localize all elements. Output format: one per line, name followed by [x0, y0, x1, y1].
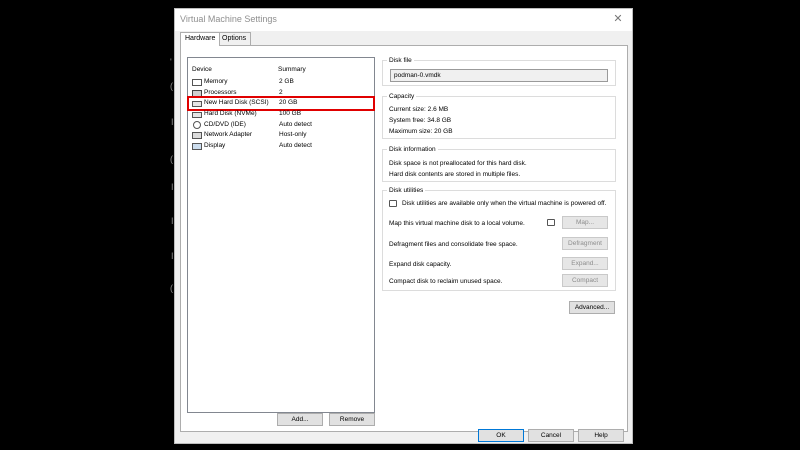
disk-utilities-title: Disk utilities: [387, 187, 426, 194]
processor-icon: [192, 90, 202, 97]
device-row-network-adapter[interactable]: Network Adapter Host-only: [189, 130, 373, 141]
map-button[interactable]: Map...: [562, 216, 608, 229]
device-row-display[interactable]: Display Auto detect: [189, 141, 373, 152]
disk-utilities-group: Disk utilities Disk utilities are availa…: [382, 187, 616, 291]
device-row-memory[interactable]: Memory 2 GB: [189, 77, 373, 88]
device-summary: 100 GB: [279, 110, 302, 117]
capacity-group: Capacity Current size: 2.6 MB System fre…: [382, 93, 616, 139]
device-summary: Auto detect: [279, 142, 312, 149]
memory-icon: [192, 79, 202, 86]
defragment-description: Defragment files and consolidate free sp…: [389, 241, 518, 248]
background-glyph: (: [170, 81, 173, 91]
add-device-button[interactable]: Add...: [277, 413, 323, 426]
maximum-size-text: Maximum size: 20 GB: [389, 128, 453, 135]
disk-utilities-notice: Disk utilities are available only when t…: [402, 200, 607, 207]
background-glyph: ': [170, 57, 172, 67]
device-summary: 2: [279, 89, 283, 96]
compact-description: Compact disk to reclaim unused space.: [389, 278, 503, 285]
hardware-tab-page: Device Summary Memory 2 GB Processors 2 …: [180, 45, 628, 432]
device-summary: Auto detect: [279, 121, 312, 128]
tab-options[interactable]: Options: [217, 32, 252, 45]
display-icon: [192, 143, 202, 150]
device-name: Network Adapter: [204, 131, 253, 138]
device-summary: Host-only: [279, 131, 307, 138]
device-row-processors[interactable]: Processors 2: [189, 88, 373, 99]
disk-file-group: Disk file podman-0.vmdk: [382, 57, 616, 86]
capacity-title: Capacity: [387, 93, 417, 100]
cancel-button[interactable]: Cancel: [528, 429, 574, 442]
system-free-text: System free: 34.8 GB: [389, 117, 452, 124]
network-adapter-icon: [192, 132, 202, 139]
disk-file-title: Disk file: [387, 57, 414, 64]
expand-description: Expand disk capacity.: [389, 261, 452, 268]
close-icon[interactable]: ✕: [610, 11, 626, 27]
device-name: Processors: [204, 89, 237, 96]
hard-disk-icon: [192, 101, 202, 107]
device-row-hard-disk-nvme[interactable]: Hard Disk (NVMe) 100 GB: [189, 109, 373, 120]
window-title: Virtual Machine Settings: [180, 14, 277, 24]
device-list[interactable]: Device Summary Memory 2 GB Processors 2 …: [187, 57, 375, 413]
disk-info-line-2: Hard disk contents are stored in multipl…: [389, 171, 521, 178]
device-summary: 2 GB: [279, 78, 294, 85]
disk-info-line-1: Disk space is not preallocated for this …: [389, 160, 527, 167]
help-button[interactable]: Help: [578, 429, 624, 442]
device-row-cd-dvd[interactable]: CD/DVD (IDE) Auto detect: [189, 120, 373, 131]
device-column-header[interactable]: Device: [192, 66, 212, 73]
device-row-new-hard-disk-scsi[interactable]: New Hard Disk (SCSI) 20 GB: [187, 96, 375, 111]
compact-button[interactable]: Compact: [562, 274, 608, 287]
expand-button[interactable]: Expand...: [562, 257, 608, 270]
device-name: New Hard Disk (SCSI): [204, 99, 269, 106]
ok-button[interactable]: OK: [478, 429, 524, 442]
summary-column-header[interactable]: Summary: [278, 66, 306, 73]
device-name: Display: [204, 142, 226, 149]
disk-file-field[interactable]: podman-0.vmdk: [390, 69, 608, 82]
info-message-icon: [389, 200, 397, 207]
defragment-button[interactable]: Defragment: [562, 237, 608, 250]
title-bar: Virtual Machine Settings ✕: [175, 9, 632, 31]
device-list-header: Device Summary: [188, 58, 374, 73]
disk-information-group: Disk information Disk space is not preal…: [382, 146, 616, 182]
tab-hardware[interactable]: Hardware: [180, 32, 221, 46]
background-glyph: (: [170, 154, 173, 164]
advanced-button[interactable]: Advanced...: [569, 301, 615, 314]
remove-device-button[interactable]: Remove: [329, 413, 375, 426]
current-size-text: Current size: 2.6 MB: [389, 106, 449, 113]
disk-information-title: Disk information: [387, 146, 438, 153]
device-name: Hard Disk (NVMe): [204, 110, 257, 117]
background-glyph: (: [170, 283, 173, 293]
device-summary: 20 GB: [279, 99, 298, 106]
settings-window: Virtual Machine Settings ✕ Hardware Opti…: [174, 8, 633, 444]
hard-disk-icon: [192, 112, 202, 118]
info-icon: [547, 219, 555, 226]
map-description: Map this virtual machine disk to a local…: [389, 220, 525, 227]
cd-dvd-icon: [193, 121, 201, 129]
device-name: CD/DVD (IDE): [204, 121, 246, 128]
device-name: Memory: [204, 78, 228, 85]
